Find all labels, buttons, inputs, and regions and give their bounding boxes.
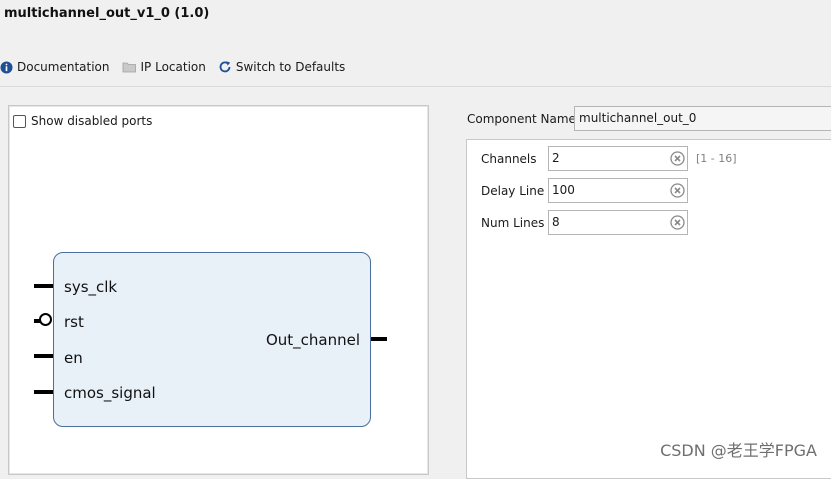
show-disabled-ports-checkbox[interactable] [13, 114, 26, 128]
port-label-sys-clk: sys_clk [64, 278, 118, 296]
component-name-field[interactable]: multichannel_out_0 [574, 106, 831, 131]
ip-location-label: IP Location [140, 60, 206, 74]
num-lines-value: 8 [552, 215, 560, 229]
parameters-panel: Channels 2 [1 - 16] Delay Line 100 Num L… [466, 139, 831, 479]
delay-line-label: Delay Line [481, 184, 545, 198]
ip-block: sys_clk rst en cmos_signal Out_channel [53, 252, 371, 427]
channels-value: 2 [552, 151, 560, 165]
num-lines-label: Num Lines [481, 216, 545, 230]
delay-line-clear-icon[interactable] [670, 183, 685, 198]
port-label-out-channel: Out_channel [265, 331, 360, 349]
pin-out-channel [371, 337, 387, 341]
switch-to-defaults-button[interactable]: Switch to Defaults [218, 60, 345, 74]
pin-cmos-signal [34, 390, 54, 394]
component-name-label: Component Name [467, 112, 576, 126]
channels-label: Channels [481, 152, 537, 166]
info-icon [0, 61, 13, 74]
channels-clear-icon[interactable] [670, 151, 685, 166]
num-lines-field[interactable]: 8 [548, 210, 688, 235]
show-disabled-ports-row[interactable]: Show disabled ports [13, 114, 152, 128]
window-title: multichannel_out_v1_0 (1.0) [4, 6, 210, 21]
watermark: CSDN @老王学FPGA [660, 441, 817, 460]
num-lines-clear-icon[interactable] [670, 215, 685, 230]
channels-range: [1 - 16] [696, 152, 737, 165]
pin-sys-clk [34, 284, 54, 288]
delay-line-field[interactable]: 100 [548, 178, 688, 203]
ip-location-button[interactable]: IP Location [122, 60, 206, 74]
toolbar: Documentation IP Location Switch to Defa… [0, 56, 357, 78]
documentation-button[interactable]: Documentation [0, 60, 110, 74]
folder-icon [122, 61, 137, 73]
port-label-rst: rst [64, 313, 84, 331]
show-disabled-ports-label: Show disabled ports [31, 114, 153, 128]
pin-rst-active-low-icon [39, 313, 52, 326]
pin-en [34, 354, 54, 358]
refresh-icon [218, 60, 232, 74]
documentation-label: Documentation [17, 60, 110, 74]
ip-symbol-panel: Show disabled ports sys_clk rst en cmos_… [8, 105, 429, 475]
port-label-en: en [64, 349, 83, 367]
delay-line-value: 100 [552, 183, 575, 197]
switch-to-defaults-label: Switch to Defaults [235, 60, 346, 74]
port-label-cmos-signal: cmos_signal [64, 384, 156, 402]
channels-field[interactable]: 2 [548, 146, 688, 171]
toolbar-divider [0, 86, 831, 87]
